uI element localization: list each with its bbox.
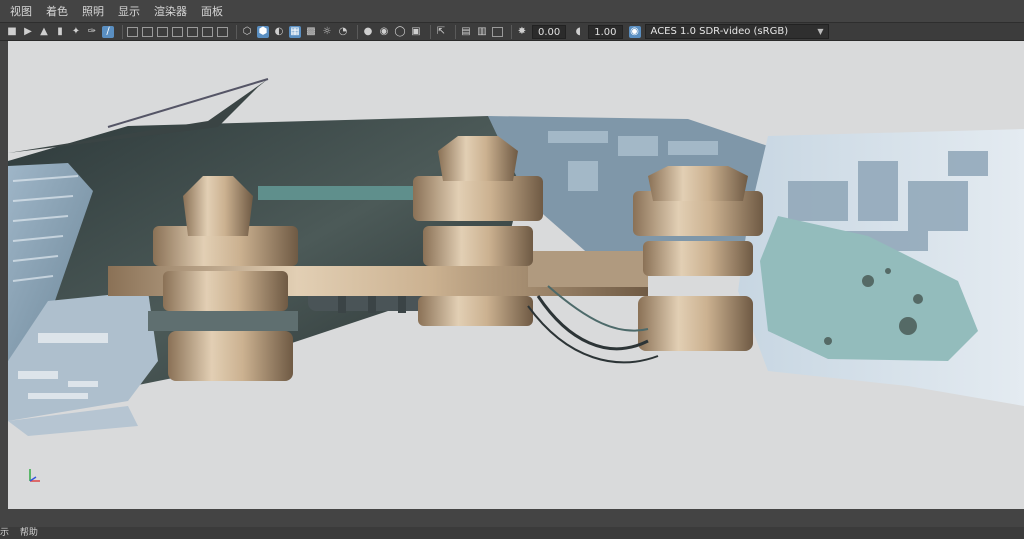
menu-renderer[interactable]: 渲染器 bbox=[154, 3, 187, 19]
panel-divider bbox=[0, 509, 1024, 527]
xray-joints-icon[interactable] bbox=[492, 26, 503, 37]
exposure-field[interactable]: 0.00 bbox=[532, 24, 567, 39]
camera-attr-icon[interactable]: ▶ bbox=[22, 26, 34, 38]
film-gate-icon[interactable] bbox=[142, 26, 153, 37]
isolate-select-icon[interactable]: ⇱ bbox=[435, 26, 447, 38]
safe-action-icon[interactable] bbox=[202, 26, 213, 37]
screen-space-ao-icon[interactable]: ● bbox=[362, 26, 374, 38]
toolbar-separator bbox=[357, 24, 358, 39]
color-space-label: ACES 1.0 SDR-video (sRGB) bbox=[650, 26, 789, 37]
xray-icon[interactable]: ▤ bbox=[460, 26, 472, 38]
menu-shading[interactable]: 着色 bbox=[46, 3, 68, 19]
checker-icon[interactable]: ▩ bbox=[305, 26, 317, 38]
menu-panels[interactable]: 面板 bbox=[201, 3, 223, 19]
textured-icon[interactable]: ▦ bbox=[289, 25, 301, 38]
menu-view[interactable]: 视图 bbox=[10, 3, 32, 19]
axis-gizmo bbox=[26, 463, 50, 487]
wireframe-icon[interactable]: ⬡ bbox=[241, 26, 253, 38]
menu-lighting[interactable]: 照明 bbox=[82, 3, 104, 19]
help-menu[interactable]: 帮助 bbox=[20, 528, 38, 538]
image-plane-icon[interactable]: ▮ bbox=[54, 26, 66, 38]
toolbar-separator bbox=[455, 24, 456, 39]
xray-active-icon[interactable]: ▥ bbox=[476, 26, 488, 38]
2d-pan-icon[interactable]: ✦ bbox=[70, 26, 82, 38]
chevron-down-icon: ▼ bbox=[817, 27, 824, 36]
status-left-text: 示 bbox=[0, 528, 10, 538]
toolbar-separator bbox=[236, 24, 237, 39]
color-space-dropdown[interactable]: ACES 1.0 SDR-video (sRGB) ▼ bbox=[644, 24, 829, 39]
camera-icon[interactable]: ■ bbox=[6, 26, 18, 38]
status-bar: 示 帮助 bbox=[0, 527, 1024, 539]
menu-show[interactable]: 显示 bbox=[118, 3, 140, 19]
brass-assembly-right bbox=[633, 166, 763, 351]
bookmark-icon[interactable]: ▲ bbox=[38, 26, 50, 38]
multisample-aa-icon[interactable]: ◯ bbox=[394, 26, 406, 38]
grease-pencil-icon[interactable]: ✑ bbox=[86, 26, 98, 38]
grid-icon[interactable] bbox=[127, 26, 138, 37]
scene-render bbox=[8, 78, 1024, 436]
color-management-icon[interactable]: ◉ bbox=[628, 25, 641, 38]
3d-viewport[interactable] bbox=[8, 41, 1024, 509]
viewport-menubar: 视图 着色 照明 显示 渲染器 面板 bbox=[0, 0, 1024, 22]
toolbar-separator bbox=[122, 24, 123, 39]
viewport-toolbar: ■ ▶ ▲ ▮ ✦ ✑ ∕ ⬡ ⬢ ◐ ▦ ▩ ☼ ◔ ● ◉ ◯ ▣ ⇱ ▤ … bbox=[0, 22, 1024, 41]
gamma-field[interactable]: 1.00 bbox=[588, 24, 623, 39]
exposure-icon[interactable]: ✸ bbox=[516, 26, 528, 38]
shadows-icon[interactable]: ◔ bbox=[337, 26, 349, 38]
motion-blur-icon[interactable]: ◉ bbox=[378, 26, 390, 38]
toolbar-separator bbox=[511, 24, 512, 39]
safe-title-icon[interactable] bbox=[217, 26, 228, 37]
gate-mask-icon[interactable] bbox=[172, 26, 183, 37]
resolution-gate-icon[interactable] bbox=[157, 26, 168, 37]
default-material-icon[interactable]: ◐ bbox=[273, 26, 285, 38]
depth-of-field-icon[interactable]: ▣ bbox=[410, 26, 422, 38]
use-all-lights-icon[interactable]: ☼ bbox=[321, 26, 333, 38]
smooth-shade-icon[interactable]: ⬢ bbox=[257, 25, 269, 38]
toolbar-separator bbox=[430, 24, 431, 39]
field-chart-icon[interactable] bbox=[187, 26, 198, 37]
gamma-icon[interactable]: ◖ bbox=[572, 26, 584, 38]
pencil-active-icon[interactable]: ∕ bbox=[102, 25, 114, 38]
